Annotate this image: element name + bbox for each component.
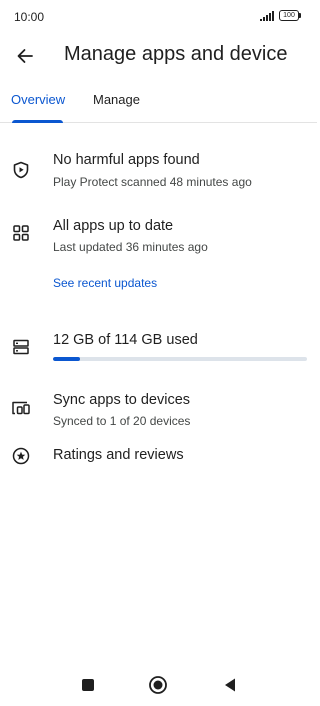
arrow-back-icon: [17, 49, 33, 63]
storage-progress-track: [53, 357, 307, 361]
app-updates-subtitle: Last updated 36 minutes ago: [53, 240, 208, 254]
home-button[interactable]: [147, 674, 169, 696]
back-triangle-icon: [225, 678, 235, 692]
play-protect-row[interactable]: No harmful apps found Play Protect scann…: [0, 148, 317, 198]
battery-icon: 100: [279, 10, 301, 21]
star-circle-icon: [11, 446, 31, 466]
tab-indicator: [12, 120, 63, 123]
storage-usage-text: 12 GB of 114 GB used: [53, 332, 198, 348]
back-button[interactable]: [12, 43, 38, 69]
page-title: Manage apps and device: [64, 43, 288, 65]
status-time: 10:00: [14, 10, 45, 24]
play-protect-subtitle: Play Protect scanned 48 minutes ago: [53, 175, 252, 189]
signal-icon: [260, 10, 274, 21]
storage-row[interactable]: 12 GB of 114 GB used: [0, 326, 317, 368]
see-recent-updates-link[interactable]: See recent updates: [53, 276, 157, 290]
sync-devices-row[interactable]: Sync apps to devices Synced to 1 of 20 d…: [0, 388, 317, 434]
ratings-reviews-row[interactable]: Ratings and reviews: [0, 444, 317, 470]
home-icon: [149, 676, 167, 694]
status-icons: 100: [260, 10, 301, 21]
recents-icon: [82, 679, 94, 691]
storage-icon: [11, 337, 31, 357]
shield-play-icon: [11, 160, 31, 180]
tab-overview[interactable]: Overview: [11, 92, 65, 107]
tab-manage[interactable]: Manage: [93, 92, 140, 107]
sync-devices-subtitle: Synced to 1 of 20 devices: [53, 414, 191, 428]
apps-grid-icon: [11, 223, 31, 243]
tab-bar: Overview Manage: [0, 86, 317, 123]
app-bar: Manage apps and device: [0, 34, 317, 78]
play-protect-title: No harmful apps found: [53, 152, 200, 168]
ratings-reviews-title: Ratings and reviews: [53, 447, 184, 463]
app-updates-row[interactable]: All apps up to date Last updated 36 minu…: [0, 214, 317, 264]
sync-devices-title: Sync apps to devices: [53, 392, 191, 408]
storage-progress-fill: [53, 357, 80, 361]
screen: 10:00 100 Manage apps and device Overvie…: [0, 0, 317, 706]
devices-icon: [11, 398, 31, 418]
recents-button[interactable]: [77, 674, 99, 696]
back-nav-button[interactable]: [219, 674, 241, 696]
system-nav-bar: [0, 668, 317, 702]
status-bar: 10:00 100: [0, 0, 317, 34]
app-updates-title: All apps up to date: [53, 218, 174, 234]
